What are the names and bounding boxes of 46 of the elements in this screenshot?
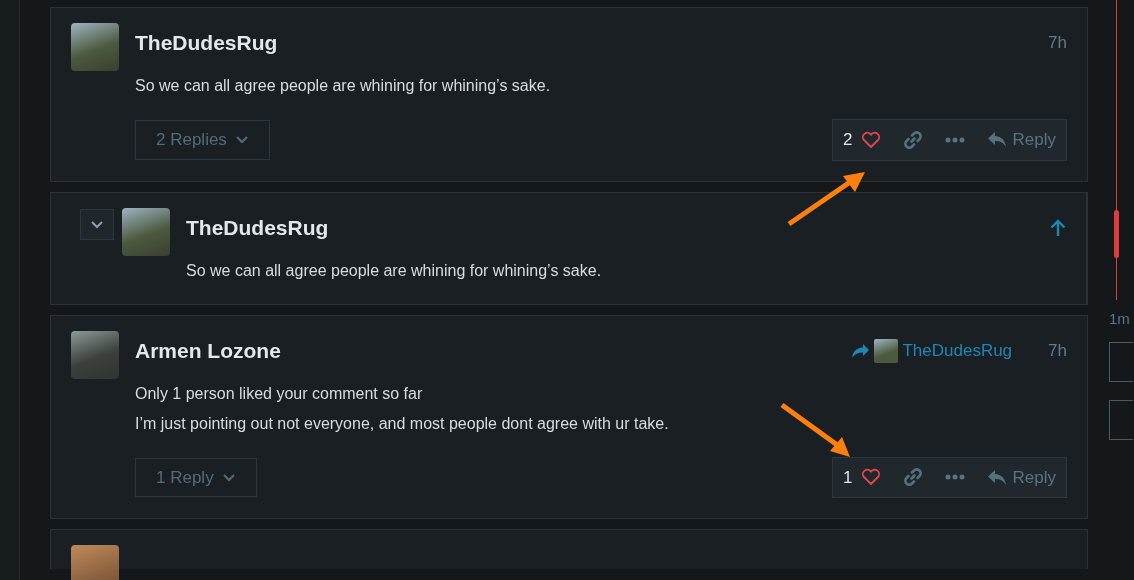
collapse-button[interactable] bbox=[80, 208, 114, 240]
reply-arrow-icon bbox=[986, 131, 1007, 149]
comment-text: Only 1 person liked your comment so far bbox=[135, 383, 423, 404]
more-button[interactable] bbox=[944, 474, 965, 481]
avatar-placeholder bbox=[122, 207, 170, 256]
chevron-down-icon bbox=[90, 218, 104, 230]
author-name: TheDudesRug bbox=[186, 214, 329, 241]
share-arrow-icon bbox=[850, 342, 871, 359]
like-count: 1 bbox=[843, 466, 853, 489]
reply-button[interactable]: Reply bbox=[986, 127, 1056, 153]
more-icon bbox=[944, 474, 965, 481]
post-time: 7h bbox=[1048, 339, 1067, 362]
avatar-placeholder bbox=[71, 330, 119, 379]
reply-button[interactable]: Reply bbox=[986, 464, 1056, 490]
author-name: Armen Lozone bbox=[135, 337, 281, 364]
like-button[interactable] bbox=[860, 130, 881, 149]
comment-text: So we can all agree people are whining for whining’s sake. bbox=[135, 76, 551, 96]
more-button[interactable] bbox=[944, 136, 965, 143]
post-time: 7h bbox=[1048, 32, 1067, 55]
timeline-button[interactable] bbox=[1109, 400, 1133, 440]
like-button[interactable] bbox=[860, 468, 881, 487]
timeline-handle[interactable] bbox=[1114, 210, 1119, 258]
link-icon bbox=[902, 467, 923, 488]
timeline-label: 1m bbox=[1109, 309, 1130, 329]
more-icon bbox=[944, 136, 965, 143]
author-name: TheDudesRug bbox=[135, 30, 278, 57]
heart-icon bbox=[860, 468, 881, 487]
up-arrow-icon bbox=[1050, 218, 1066, 237]
replies-toggle[interactable]: 1 Reply bbox=[135, 457, 257, 497]
link-icon bbox=[902, 129, 923, 150]
timeline-button[interactable] bbox=[1109, 342, 1133, 382]
scroll-up-button[interactable] bbox=[1050, 218, 1066, 237]
like-count: 2 bbox=[843, 129, 853, 151]
replies-toggle[interactable]: 2 Replies bbox=[135, 120, 270, 160]
chevron-down-icon bbox=[221, 471, 236, 483]
comment-text: So we can all agree people are whining for whining’s sake. bbox=[186, 260, 602, 281]
reply-to-link[interactable]: TheDudesRug bbox=[850, 337, 1013, 364]
chevron-down-icon bbox=[234, 134, 249, 146]
reply-arrow-icon bbox=[986, 468, 1007, 486]
avatar-placeholder bbox=[71, 23, 119, 71]
avatar-placeholder bbox=[874, 338, 899, 363]
comment-text: I’m just pointing out not everyone, and most people dont agree with ur take. bbox=[135, 413, 669, 434]
link-button[interactable] bbox=[902, 129, 923, 150]
avatar-placeholder bbox=[71, 545, 119, 580]
heart-icon bbox=[860, 130, 881, 149]
link-button[interactable] bbox=[902, 467, 923, 488]
